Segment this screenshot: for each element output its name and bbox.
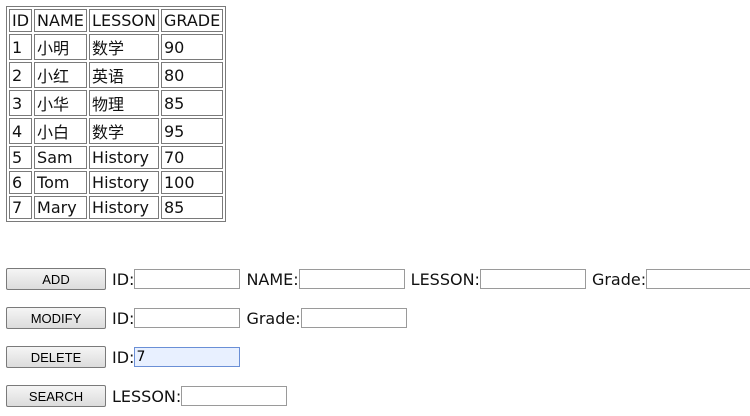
add-lesson-label: LESSON: xyxy=(410,269,480,289)
grades-table: ID NAME LESSON GRADE 1 小明 数学 90 2 小红 英语 … xyxy=(6,6,227,222)
delete-form: DELETE ID: xyxy=(6,345,244,369)
add-button[interactable]: ADD xyxy=(6,268,106,290)
cell-id: 2 xyxy=(9,62,33,88)
add-name-input[interactable] xyxy=(298,269,405,289)
cell-id: 5 xyxy=(9,146,33,169)
cell-grade: 80 xyxy=(160,62,224,88)
add-form: ADD ID: NAME: LESSON: Grade: xyxy=(6,267,750,291)
cell-grade: 70 xyxy=(160,146,224,169)
cell-name: Tom xyxy=(34,171,88,194)
table-row: 5 Sam History 70 xyxy=(9,146,224,169)
search-form: SEARCH LESSON: xyxy=(6,384,291,408)
table-row: 2 小红 英语 80 xyxy=(9,62,224,88)
cell-lesson: History xyxy=(89,196,159,219)
cell-lesson: History xyxy=(89,146,159,169)
cell-name: Mary xyxy=(34,196,88,219)
cell-lesson: 英语 xyxy=(89,62,159,88)
add-grade-label: Grade: xyxy=(591,269,647,289)
table-row: 6 Tom History 100 xyxy=(9,171,224,194)
cell-grade: 90 xyxy=(160,34,224,60)
modify-grade-input[interactable] xyxy=(300,308,407,328)
search-lesson-label: LESSON: xyxy=(112,386,182,406)
table-header-row: ID NAME LESSON GRADE xyxy=(9,9,224,32)
cell-id: 1 xyxy=(9,34,33,60)
cell-lesson: 数学 xyxy=(89,34,159,60)
header-id: ID xyxy=(9,9,33,32)
add-id-label: ID: xyxy=(112,269,135,289)
cell-id: 6 xyxy=(9,171,33,194)
modify-form: MODIFY ID: Grade: xyxy=(6,306,411,330)
add-id-input[interactable] xyxy=(134,269,241,289)
cell-id: 4 xyxy=(9,118,33,144)
header-name: NAME xyxy=(34,9,88,32)
table-row: 1 小明 数学 90 xyxy=(9,34,224,60)
cell-name: 小红 xyxy=(34,62,88,88)
cell-id: 3 xyxy=(9,90,33,116)
delete-id-label: ID: xyxy=(112,347,135,367)
modify-id-label: ID: xyxy=(112,308,135,328)
cell-grade: 85 xyxy=(160,90,224,116)
table-row: 7 Mary History 85 xyxy=(9,196,224,219)
search-button[interactable]: SEARCH xyxy=(6,385,106,407)
header-grade: GRADE xyxy=(160,9,224,32)
cell-name: 小明 xyxy=(34,34,88,60)
cell-grade: 85 xyxy=(160,196,224,219)
modify-button[interactable]: MODIFY xyxy=(6,307,106,329)
delete-id-input[interactable] xyxy=(134,347,241,367)
table-row: 4 小白 数学 95 xyxy=(9,118,224,144)
cell-lesson: History xyxy=(89,171,159,194)
modify-grade-label: Grade: xyxy=(246,308,301,328)
add-name-label: NAME: xyxy=(246,269,299,289)
add-grade-input[interactable] xyxy=(646,269,750,289)
cell-name: 小华 xyxy=(34,90,88,116)
modify-id-input[interactable] xyxy=(134,308,241,328)
add-lesson-input[interactable] xyxy=(479,269,586,289)
cell-name: Sam xyxy=(34,146,88,169)
cell-grade: 100 xyxy=(160,171,224,194)
cell-lesson: 数学 xyxy=(89,118,159,144)
table-row: 3 小华 物理 85 xyxy=(9,90,224,116)
cell-lesson: 物理 xyxy=(89,90,159,116)
delete-button[interactable]: DELETE xyxy=(6,346,106,368)
cell-grade: 95 xyxy=(160,118,224,144)
cell-name: 小白 xyxy=(34,118,88,144)
header-lesson: LESSON xyxy=(89,9,159,32)
search-lesson-input[interactable] xyxy=(181,386,288,406)
cell-id: 7 xyxy=(9,196,33,219)
